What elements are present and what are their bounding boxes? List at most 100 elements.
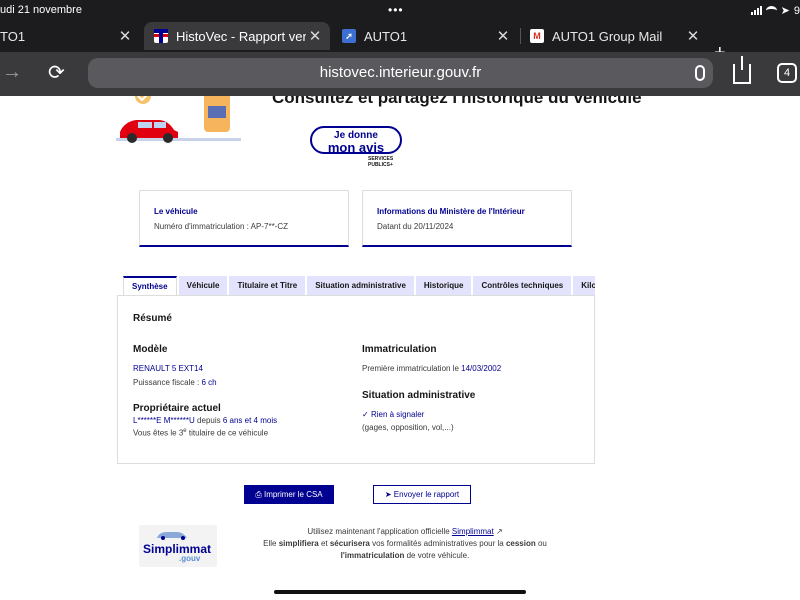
owner-name: L******E M******U	[133, 416, 195, 425]
tab-controles-techniques[interactable]: Contrôles techniques	[473, 276, 572, 295]
microphone-icon[interactable]	[695, 65, 705, 81]
registration-number: Numéro d'immatriculation : AP-7**-CZ	[154, 222, 289, 231]
owner-title: Propriétaire actuel	[133, 403, 221, 414]
registration-title: Immatriculation	[362, 344, 437, 355]
admin-status: ✓ Rien à signaler	[362, 410, 424, 419]
simplimmat-logo-text: Simplimmat	[143, 542, 212, 556]
promo-bold: simplifiera	[278, 539, 319, 548]
forward-arrow-icon[interactable]: →	[2, 61, 22, 84]
ministry-card-title: Informations du Ministère de l'Intérieur	[377, 207, 525, 216]
reload-icon[interactable]: ⟳	[48, 60, 65, 85]
tab-label: AUTO1 Group Mail	[552, 28, 663, 44]
promo-line-1-text: Utilisez maintenant l'application offici…	[307, 527, 450, 536]
web-page: Consultez et partagez l'historique du vé…	[0, 96, 800, 600]
summary-title: Résumé	[133, 313, 172, 324]
owner-rank-suffix: titulaire de ce véhicule	[188, 428, 269, 438]
tab-label: AUTO1	[364, 28, 408, 44]
tab-situation-administrative[interactable]: Situation administrative	[307, 276, 414, 295]
auto1-favicon-icon: ➚	[342, 29, 356, 43]
services-publics-logo: SERVICES PUBLICS+	[368, 156, 393, 168]
car-icon	[157, 532, 187, 540]
promo-text: ou	[537, 539, 547, 548]
url-text: histovec.interieur.gouv.fr	[319, 64, 482, 81]
close-icon[interactable]: ✕	[684, 27, 702, 45]
battery-label: 9	[793, 4, 800, 17]
share-icon[interactable]	[733, 56, 751, 84]
send-icon: ➤	[384, 490, 392, 499]
send-report-button[interactable]: ➤ Envoyer le rapport	[373, 485, 471, 504]
promo-text: de votre véhicule.	[406, 551, 470, 560]
feedback-button[interactable]: Je donne mon avis	[310, 126, 402, 154]
owner-since-label: depuis	[197, 416, 221, 425]
fiscal-power-label: Puissance fiscale :	[133, 378, 200, 387]
gmail-favicon-icon: M	[530, 29, 544, 43]
model-title: Modèle	[133, 344, 168, 355]
home-indicator[interactable]	[274, 590, 526, 594]
tab-titulaire-et-titre[interactable]: Titulaire et Titre	[229, 276, 306, 295]
browser-tab-bar: TO1 ✕ HistoVec - Rapport vendeur ✕ ➚ AUT…	[0, 20, 800, 64]
fiscal-power: Puissance fiscale : 6 ch	[133, 378, 217, 387]
owner-rank-sup: e	[183, 428, 187, 434]
tab-overview-button[interactable]: 4	[777, 63, 797, 83]
external-link-icon: ↗	[495, 527, 503, 536]
model-name: RENAULT 5 EXT14	[133, 364, 203, 373]
promo-text: Elle	[263, 539, 277, 548]
owner-since-value: 6 ans et 4 mois	[222, 416, 278, 425]
status-bar: udi 21 novembre ••• ➤ 9	[0, 0, 800, 20]
promo-bold: sécurisera	[329, 539, 370, 548]
first-registration-date: 14/03/2002	[461, 364, 502, 373]
browser-tab-auto1-mail[interactable]: M AUTO1 Group Mail ✕	[526, 22, 708, 50]
feedback-label-line2: mon avis	[327, 140, 385, 155]
first-registration: Première immatriculation le 14/03/2002	[362, 364, 501, 373]
owner-line: L******E M******U depuis 6 ans et 4 mois	[133, 416, 277, 425]
promo-text: et	[320, 539, 328, 548]
tab-vehicule[interactable]: Véhicule	[178, 276, 228, 295]
check-icon: ✓	[362, 410, 369, 419]
owner-rank-prefix: Vous êtes le	[133, 428, 177, 438]
multitask-dots[interactable]: •••	[388, 3, 404, 17]
vehicle-history-illustration	[108, 96, 248, 148]
tab-label: HistoVec - Rapport vendeur	[176, 28, 306, 44]
admin-status-text: Rien à signaler	[370, 410, 425, 419]
close-icon[interactable]: ✕	[306, 27, 324, 45]
vehicle-card-title: Le véhicule	[154, 207, 198, 216]
system-indicators: ➤ 9	[750, 4, 800, 17]
wifi-icon	[765, 6, 777, 15]
close-icon[interactable]: ✕	[494, 27, 512, 45]
browser-toolbar: → ⟳ histovec.interieur.gouv.fr 4	[0, 52, 800, 96]
signal-icon	[750, 6, 762, 15]
tab-historique[interactable]: Historique	[415, 276, 472, 295]
tab-kilometrage[interactable]: Kilo	[573, 276, 595, 295]
promo-line-1: Utilisez maintenant l'application offici…	[250, 526, 560, 538]
tab-synthese[interactable]: Synthèse	[123, 276, 177, 295]
promo-line-2: Elle simplifiera et sécurisera vos forma…	[250, 538, 560, 550]
address-bar[interactable]: histovec.interieur.gouv.fr	[88, 58, 713, 88]
send-report-label: Envoyer le rapport	[393, 490, 460, 499]
location-icon: ➤	[780, 5, 790, 17]
simplimmat-logo[interactable]: Simplimmat .gouv	[139, 525, 217, 567]
promo-bold: l'immatriculation	[340, 551, 405, 560]
first-registration-label: Première immatriculation le	[362, 364, 459, 373]
browser-tab-auto1-first[interactable]: TO1 ✕	[0, 22, 140, 50]
status-time: udi 21 novembre	[0, 4, 82, 16]
close-icon[interactable]: ✕	[116, 27, 134, 45]
admin-situation-title: Situation administrative	[362, 390, 476, 401]
report-tab-list: Synthèse Véhicule Titulaire et Titre Sit…	[123, 276, 595, 295]
promo-line-3: l'immatriculation de votre véhicule.	[250, 550, 560, 562]
ministry-info-card: Informations du Ministère de l'Intérieur…	[362, 190, 572, 247]
promo-text: vos formalités administratives pour la	[372, 539, 504, 548]
admin-details: (gages, opposition, vol,...)	[362, 423, 454, 432]
simplimmat-link[interactable]: Simplimmat	[452, 527, 494, 536]
services-publics-line2: PUBLICS+	[368, 162, 393, 168]
print-csa-button[interactable]: ⎙ Imprimer le CSA	[244, 485, 334, 504]
tab-separator	[520, 28, 521, 44]
promo-bold: cession	[505, 539, 536, 548]
simplimmat-promo-text: Utilisez maintenant l'application offici…	[250, 526, 560, 562]
browser-tab-histovec[interactable]: HistoVec - Rapport vendeur ✕	[144, 22, 330, 50]
page-headline: Consultez et partagez l'historique du vé…	[272, 96, 642, 107]
printer-icon: ⎙	[255, 490, 262, 499]
data-date: Datant du 20/11/2024	[377, 222, 454, 231]
tab-label: TO1	[0, 28, 26, 44]
print-csa-label: Imprimer le CSA	[263, 490, 323, 499]
browser-tab-auto1[interactable]: ➚ AUTO1 ✕	[334, 22, 518, 50]
